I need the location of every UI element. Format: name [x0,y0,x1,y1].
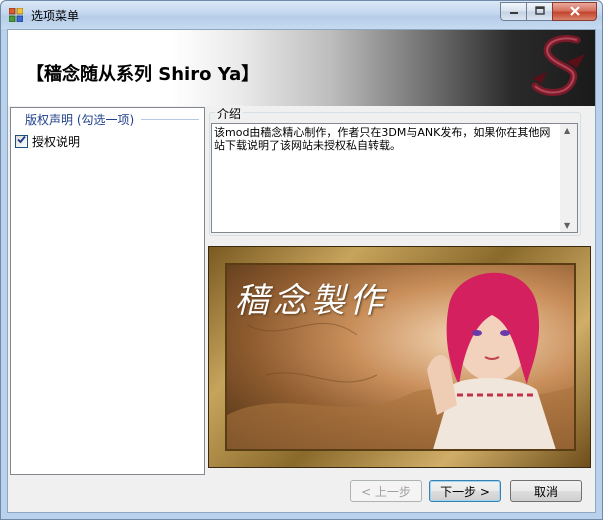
image-caption: 穑念製作 [235,281,387,321]
maximize-icon [534,5,545,19]
app-icon[interactable] [8,7,24,23]
header-banner: 【穑念随从系列 Shiro Ya】 [8,30,595,106]
minimize-icon [509,5,519,19]
scroll-down-icon[interactable]: ▼ [564,221,570,230]
close-button[interactable] [552,2,597,21]
intro-scrollbar[interactable]: ▲ ▼ [560,124,577,232]
minimize-button[interactable] [500,2,527,21]
window-title: 选项菜单 [31,9,80,23]
license-options-panel: 版权声明 (勾选一项) 授权说明 [10,107,205,475]
checkmark-icon [16,134,27,148]
client-area: 【穑念随从系列 Shiro Ya】 版权声明 (勾选一项) 授权说明 介绍 该m… [7,29,596,513]
preview-image-frame: 穑念製作 [208,246,591,468]
cancel-button[interactable]: 取消 [510,480,582,502]
next-button[interactable]: 下一步 > [429,480,501,502]
preview-image: 穑念製作 [225,263,576,451]
back-button[interactable]: < 上一步 [350,480,422,502]
window-controls [500,2,597,21]
title-bar[interactable]: 选项菜单 [1,1,602,29]
banner-title: 【穑念随从系列 Shiro Ya】 [26,64,260,85]
intro-textbox[interactable]: 该mod由穑念精心制作，作者只在3DM与ANK发布，如果你在其他网站下载说明了该… [211,123,578,233]
intro-text: 该mod由穑念精心制作，作者只在3DM与ANK发布，如果你在其他网站下载说明了该… [214,126,551,152]
license-group-header: 版权声明 (勾选一项) [25,113,135,127]
group-header-divider [141,119,199,120]
brand-logo [527,32,589,104]
dialog-window: 选项菜单 【穑念随从系列 Shiro Ya】 版权声明 (勾选一项) 授权说明 … [0,0,603,520]
authorization-option-label: 授权说明 [32,134,81,149]
authorization-checkbox[interactable] [15,134,28,148]
scroll-up-icon[interactable]: ▲ [564,126,570,135]
close-icon [569,5,581,19]
license-option-authorization[interactable]: 授权说明 [15,132,185,150]
maximize-button[interactable] [526,2,553,21]
intro-label: 介绍 [215,105,244,122]
